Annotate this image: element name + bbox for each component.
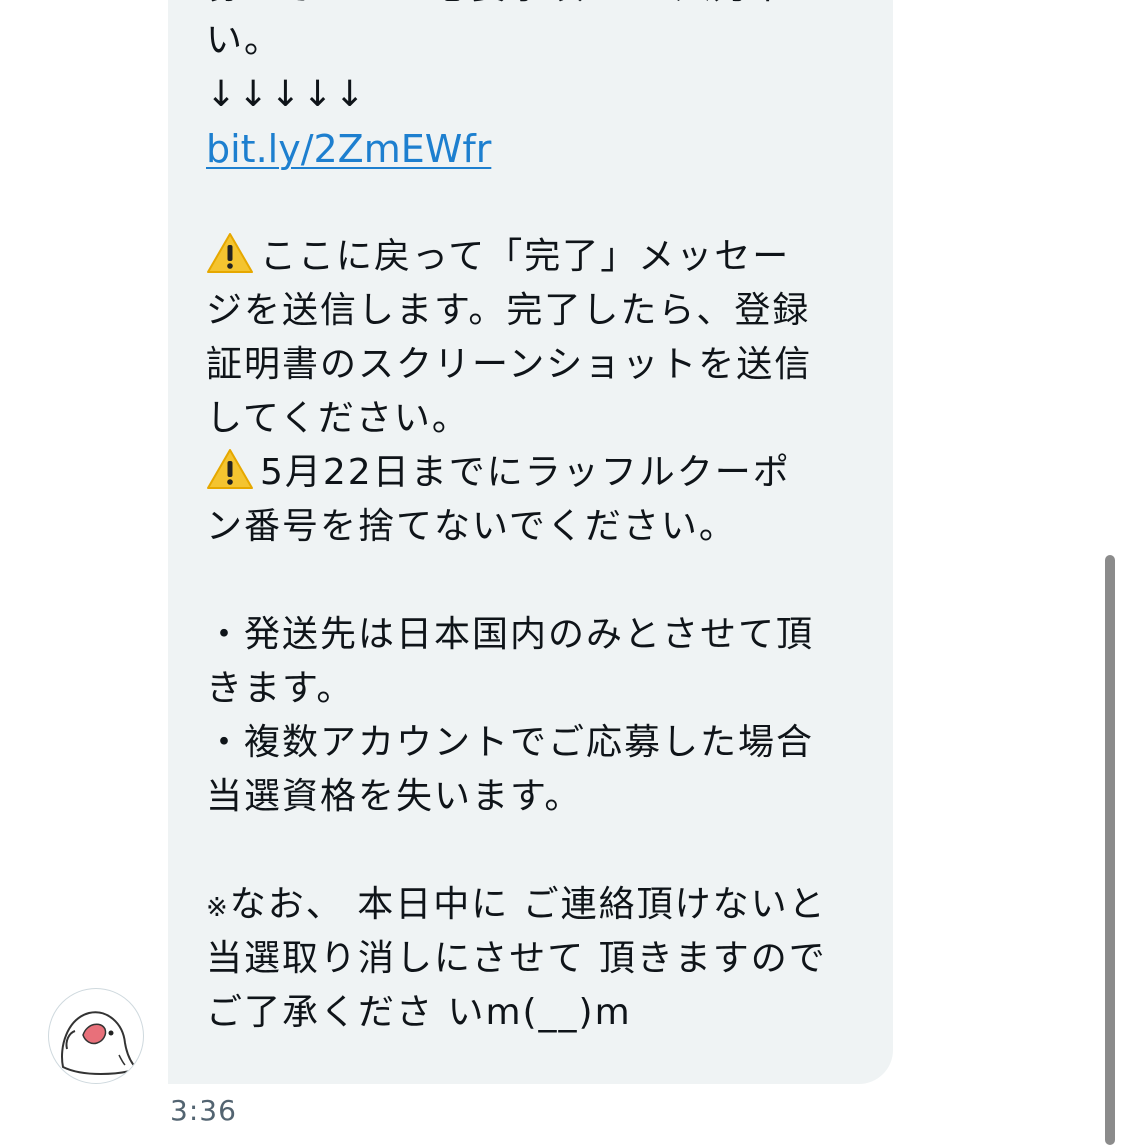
message-line: ジを送信します。完了したら、登録	[206, 290, 811, 331]
raffle-form-link[interactable]: bit.ly/2ZmEWfr	[206, 127, 491, 171]
message-text: 募フォームに必要事項 をご入力下さ い。 ↓↓↓↓↓ bit.ly/2ZmEWf…	[206, 0, 856, 1040]
message-line: 当選資格を失います。	[206, 776, 583, 817]
reference-mark: ※	[206, 893, 230, 923]
message-line: 当選取り消しにさせて 頂きますので	[206, 938, 827, 979]
message-line-text: 5月22日までにラッフルクーポ	[260, 452, 791, 493]
message-line: 5月22日までにラッフルクーポ	[206, 446, 856, 500]
warning-icon	[207, 449, 253, 489]
bird-avatar-icon	[61, 1011, 139, 1075]
message-line: い。	[206, 20, 283, 61]
message-line: 募フォームに必要事項 をご入力下さ	[206, 0, 856, 14]
message-line: ご了承くださ いm(__)m	[206, 992, 632, 1033]
message-line: ・複数アカウントでご応募した場合	[206, 722, 815, 763]
message-line: ・発送先は日本国内のみとさせて頂	[206, 614, 815, 655]
message-bubble: 募フォームに必要事項 をご入力下さ い。 ↓↓↓↓↓ bit.ly/2ZmEWf…	[168, 0, 893, 1084]
message-line-text: なお、 本日中に ご連絡頂けないと	[229, 884, 827, 925]
message-line: 証明書のスクリーンショットを送信	[206, 344, 813, 385]
sender-avatar[interactable]	[48, 988, 144, 1084]
warning-icon	[207, 233, 253, 273]
message-line: ン番号を捨てないでください。	[206, 506, 737, 547]
message-line: してください。	[206, 398, 470, 439]
arrows-line: ↓↓↓↓↓	[206, 74, 367, 115]
message-line: きます。	[206, 668, 355, 709]
message-line-text: ここに戻って「完了」メッセー	[260, 236, 791, 277]
message-timestamp: 3:36	[170, 1094, 237, 1127]
message-line: ※なお、 本日中に ご連絡頂けないと	[206, 878, 856, 932]
message-line: ここに戻って「完了」メッセー	[206, 230, 856, 284]
scrollbar[interactable]	[1105, 555, 1115, 1145]
